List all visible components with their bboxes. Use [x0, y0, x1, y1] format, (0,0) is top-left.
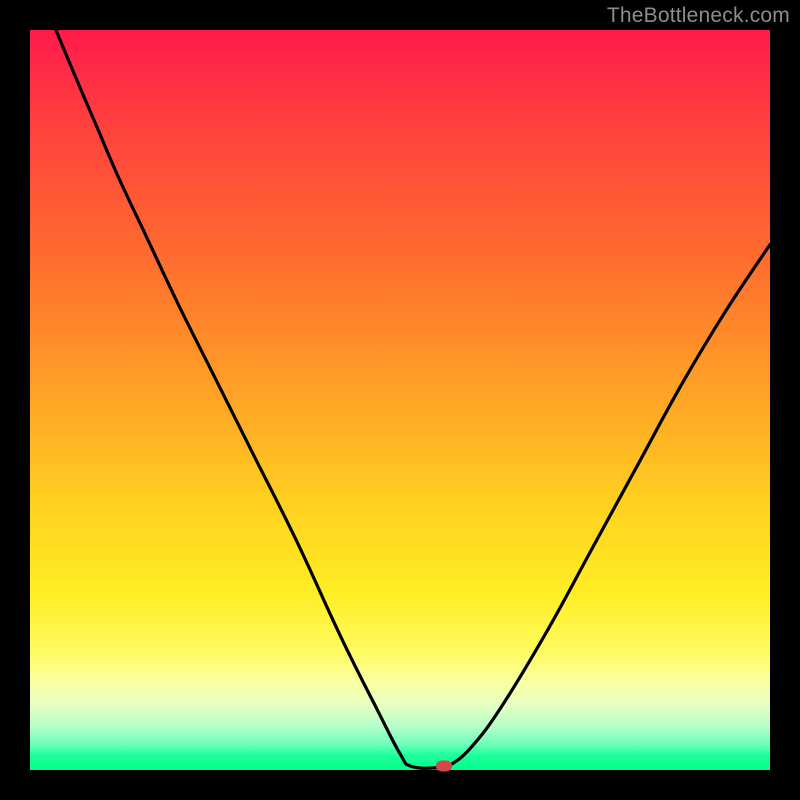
- plot-area: [30, 30, 770, 770]
- chart-frame: TheBottleneck.com: [0, 0, 800, 800]
- watermark-text: TheBottleneck.com: [607, 4, 790, 28]
- optimal-point-marker: [436, 761, 452, 772]
- bottleneck-curve: [30, 30, 770, 770]
